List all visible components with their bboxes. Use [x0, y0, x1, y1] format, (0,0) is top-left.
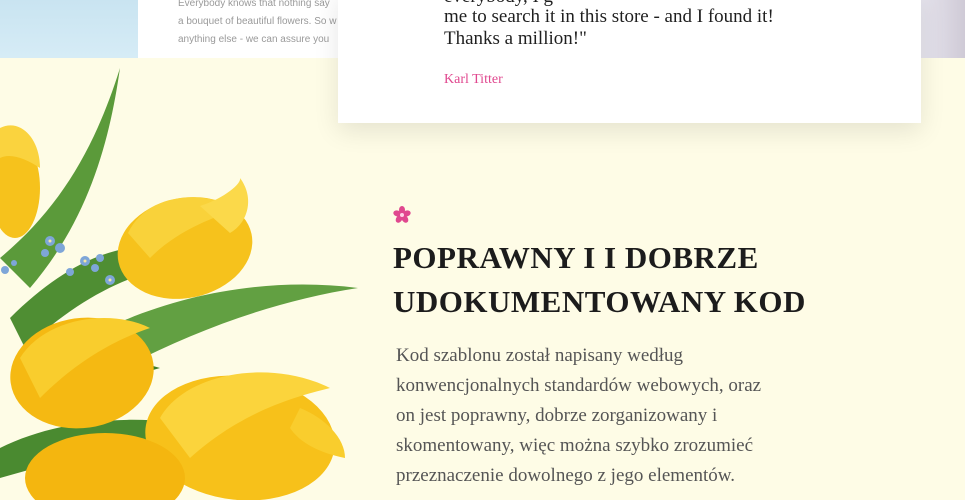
feature-heading-line: POPRAWNY I I DOBRZE — [393, 240, 759, 275]
feature-heading: POPRAWNY I I DOBRZE UDOKUMENTOWANY KOD — [393, 236, 806, 324]
testimonial-quote-line: Thanks a million!" — [444, 28, 587, 49]
feature-description-line: Kod szablonu został napisany według — [396, 345, 684, 366]
feature-description-line: przeznaczenie dowolnego z jego elementów… — [396, 465, 736, 486]
feature-description: Kod szablonu został napisany według konw… — [396, 341, 761, 491]
testimonial-quote-line: me to search it in this store - and I fo… — [444, 6, 774, 27]
feature-description-line: on jest poprawny, dobrze zorganizowany i — [396, 405, 718, 426]
flower-icon — [393, 206, 411, 223]
previous-section-side-image — [920, 0, 965, 58]
previous-section-image — [0, 0, 138, 58]
previous-section-text: Everybody knows that nothing say a bouqu… — [178, 0, 338, 58]
testimonial-card: everybody, I g me to search it in this s… — [338, 0, 921, 123]
previous-text-line: Everybody knows that nothing say — [178, 0, 330, 9]
feature-heading-line: UDOKUMENTOWANY KOD — [393, 284, 806, 319]
feature-description-line: konwencjonalnych standardów webowych, or… — [396, 375, 762, 396]
feature-description-line: skomentowany, więc można szybko zrozumie… — [396, 435, 754, 456]
testimonial-author: Karl Titter — [444, 72, 503, 87]
previous-text-line: a bouquet of beautiful flowers. So w — [178, 16, 337, 27]
previous-text-line: anything else - we can assure you — [178, 34, 330, 45]
yellow-tulips-image — [0, 68, 358, 500]
